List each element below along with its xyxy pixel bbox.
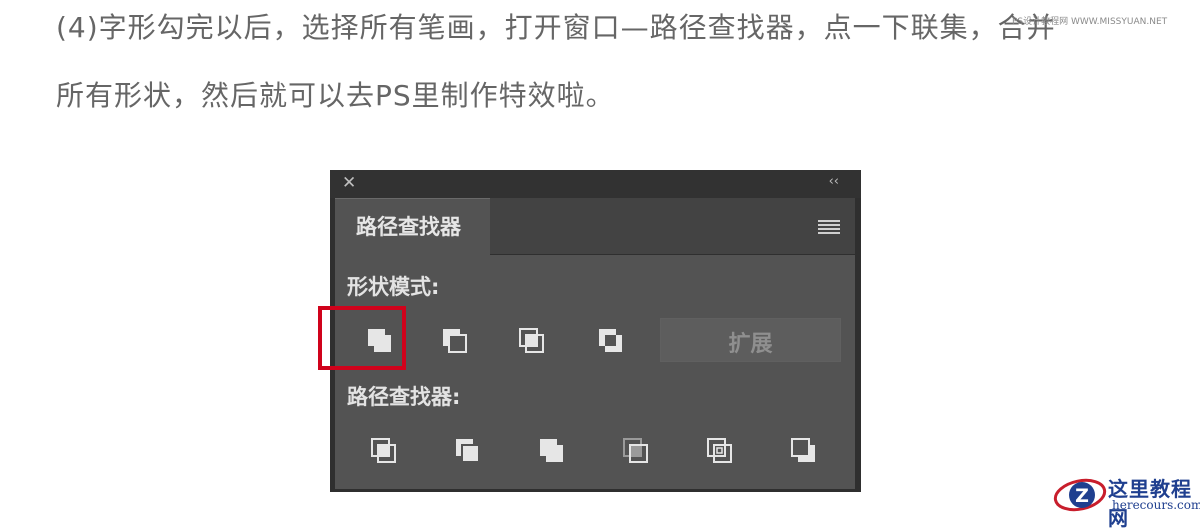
crop-icon[interactable] [615,430,657,472]
panel-menu-icon[interactable] [818,220,840,234]
svg-text:Z: Z [1075,485,1089,507]
pathfinder-panel: ✕ ‹‹ 路径查找器 形状模式: 扩展 路径查找器: [330,170,861,492]
panel-content: 形状模式: 扩展 路径查找器: [335,255,855,489]
divide-icon[interactable] [363,430,405,472]
exclude-icon[interactable] [589,319,631,361]
watermark-url: herecours.com [1112,498,1200,512]
z-logo-icon: Z [1053,478,1107,512]
outline-icon[interactable] [699,430,741,472]
expand-button[interactable]: 扩展 [660,318,841,362]
intersect-icon[interactable] [510,319,552,361]
top-watermark: PS设计教程网 WWW.MISSYUAN.NET [1012,17,1168,27]
tab-pathfinder-label: 路径查找器 [356,215,461,239]
close-icon[interactable]: ✕ [342,173,356,193]
article-line-2: 所有形状，然后就可以去PS里制作特效啦。 [56,79,615,112]
minus-back-icon[interactable] [783,430,825,472]
article-line-1: (4)字形勾完以后，选择所有笔画，打开窗口—路径查找器，点一下联集，合并 [56,11,1056,44]
unite-icon[interactable] [358,319,400,361]
panel-title-bar [330,170,861,198]
minus-front-icon[interactable] [433,319,475,361]
expand-button-label: 扩展 [728,332,773,357]
tab-pathfinder[interactable]: 路径查找器 [335,198,490,255]
shape-modes-label: 形状模式: [347,275,440,299]
merge-icon[interactable] [531,430,573,472]
pathfinders-label: 路径查找器: [347,385,461,409]
collapse-icon[interactable]: ‹‹ [829,174,839,189]
trim-icon[interactable] [447,430,489,472]
